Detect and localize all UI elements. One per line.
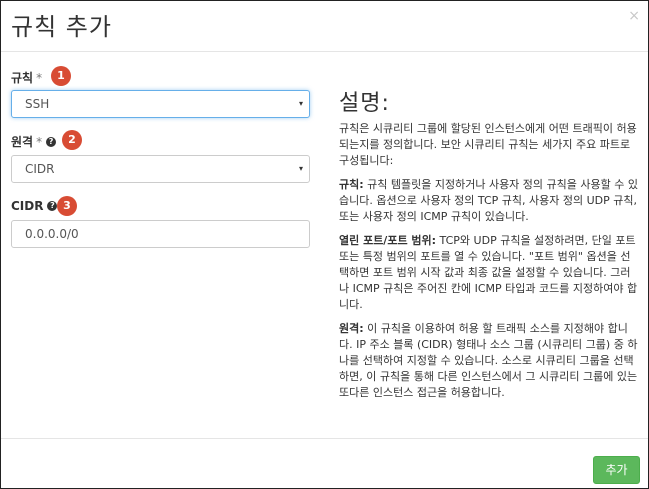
add-rule-dialog: 규칙 추가 × 규칙 * 1 SSH ▾ 원격 * ? 2 CIDR ▾ CID… bbox=[0, 0, 649, 489]
description-ports-heading: 열린 포트/포트 범위: bbox=[339, 234, 437, 247]
description-ports: 열린 포트/포트 범위: TCP와 UDP 규칙을 설정하려면, 단일 포트 또… bbox=[339, 233, 639, 313]
description-intro: 규칙은 시큐리티 그룹에 할당된 인스턴스에게 어떤 트래픽이 허용되는지를 정… bbox=[339, 122, 637, 167]
step-badge-2: 2 bbox=[62, 130, 82, 150]
cidr-input-value: 0.0.0.0/0 bbox=[25, 227, 79, 241]
dialog-footer: 추가 bbox=[1, 438, 648, 489]
rule-select[interactable]: SSH ▾ bbox=[11, 90, 310, 118]
description-remote-heading: 원격: bbox=[339, 322, 364, 335]
cidr-label-text: CIDR bbox=[11, 199, 44, 213]
remote-label: 원격 * ? bbox=[11, 133, 57, 150]
help-icon[interactable]: ? bbox=[47, 201, 58, 211]
description-title: 설명: bbox=[339, 91, 390, 116]
description-rule: 규칙: 규칙 템플릿을 지정하거나 사용자 정의 규칙을 사용할 수 있습니다.… bbox=[339, 177, 639, 225]
cidr-label: CIDR ? bbox=[11, 199, 58, 213]
remote-select[interactable]: CIDR ▾ bbox=[11, 155, 310, 183]
description-remote-text: 이 규칙을 이용하여 허용 할 트래픽 소스를 지정해야 합니다. IP 주소 … bbox=[339, 322, 638, 399]
remote-label-text: 원격 bbox=[11, 135, 34, 149]
close-icon[interactable]: × bbox=[628, 8, 640, 24]
step-badge-1: 1 bbox=[51, 66, 71, 86]
help-icon[interactable]: ? bbox=[46, 136, 57, 147]
rule-label: 규칙 * bbox=[11, 69, 42, 86]
required-mark: * bbox=[36, 134, 43, 149]
dialog-title: 규칙 추가 bbox=[11, 13, 112, 41]
add-button[interactable]: 추가 bbox=[593, 456, 640, 484]
cidr-input[interactable]: 0.0.0.0/0 bbox=[11, 220, 310, 248]
required-mark: * bbox=[36, 70, 43, 85]
rule-select-value: SSH bbox=[25, 97, 50, 111]
dialog-header: 규칙 추가 × bbox=[1, 1, 648, 52]
remote-select-value: CIDR bbox=[25, 162, 55, 176]
description-rule-text: 규칙 템플릿을 지정하거나 사용자 정의 규칙을 사용할 수 있습니다. 옵션으… bbox=[339, 178, 638, 223]
chevron-down-icon: ▾ bbox=[298, 99, 303, 108]
chevron-down-icon: ▾ bbox=[298, 164, 303, 173]
rule-label-text: 규칙 bbox=[11, 71, 34, 85]
description-remote: 원격: 이 규칙을 이용하여 허용 할 트래픽 소스를 지정해야 합니다. IP… bbox=[339, 321, 639, 401]
description-rule-heading: 규칙: bbox=[339, 178, 364, 191]
step-badge-3: 3 bbox=[57, 196, 77, 216]
